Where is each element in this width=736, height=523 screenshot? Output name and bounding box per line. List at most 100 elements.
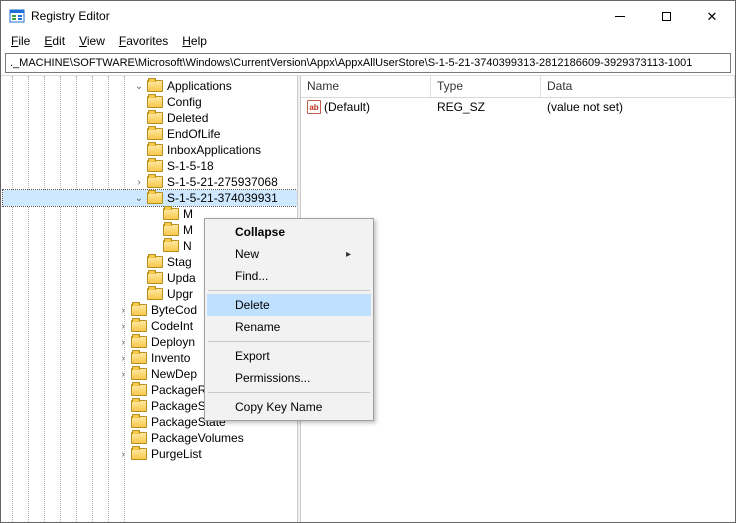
folder-icon: [147, 160, 163, 172]
tree-spacer: [131, 126, 147, 142]
ctx-collapse[interactable]: Collapse: [207, 221, 371, 243]
ctx-rename[interactable]: Rename: [207, 316, 371, 338]
minimize-button[interactable]: [597, 1, 643, 31]
tree-item-label: PackageVolumes: [151, 431, 250, 445]
maximize-button[interactable]: [643, 1, 689, 31]
maximize-icon: [662, 12, 671, 21]
tree-item[interactable]: Deleted: [3, 110, 297, 126]
ctx-new[interactable]: New: [207, 243, 371, 265]
tree-item[interactable]: S-1-5-18: [3, 158, 297, 174]
tree-item-label: Applications: [167, 79, 238, 93]
close-icon: ✕: [707, 10, 718, 23]
tree-spacer: [131, 270, 147, 286]
chevron-right-icon[interactable]: ›: [115, 366, 131, 382]
tree-spacer: [131, 110, 147, 126]
tree-spacer: [147, 206, 163, 222]
folder-icon: [147, 144, 163, 156]
tree-item-label: Config: [167, 95, 208, 109]
value-name: (Default): [324, 100, 370, 114]
menu-help[interactable]: Help: [176, 32, 213, 50]
tree-spacer: [115, 414, 131, 430]
ctx-permissions[interactable]: Permissions...: [207, 367, 371, 389]
menu-file[interactable]: File: [5, 32, 36, 50]
folder-icon: [131, 336, 147, 348]
tree-item[interactable]: ›S-1-5-21-275937068: [3, 174, 297, 190]
folder-icon: [163, 224, 179, 236]
tree-item[interactable]: Config: [3, 94, 297, 110]
tree-item-label: M: [183, 223, 199, 237]
tree-spacer: [131, 94, 147, 110]
value-type: REG_SZ: [431, 100, 541, 114]
folder-icon: [163, 240, 179, 252]
ctx-delete[interactable]: Delete: [207, 294, 371, 316]
tree-spacer: [131, 142, 147, 158]
folder-icon: [147, 256, 163, 268]
chevron-right-icon[interactable]: ›: [131, 174, 147, 190]
folder-icon: [131, 432, 147, 444]
window-frame: Registry Editor ✕ File Edit View Favorit…: [0, 0, 736, 523]
tree-spacer: [115, 398, 131, 414]
chevron-right-icon[interactable]: ›: [115, 318, 131, 334]
ctx-export[interactable]: Export: [207, 345, 371, 367]
ctx-separator: [208, 341, 370, 342]
value-row[interactable]: ab (Default) REG_SZ (value not set): [301, 98, 735, 116]
chevron-right-icon[interactable]: ›: [115, 350, 131, 366]
tree-spacer: [147, 222, 163, 238]
tree-item[interactable]: ⌄ Applications: [3, 78, 297, 94]
ctx-separator: [208, 392, 370, 393]
folder-icon: [131, 384, 147, 396]
tree-item[interactable]: PackageVolumes: [3, 430, 297, 446]
ctx-copy-key-name[interactable]: Copy Key Name: [207, 396, 371, 418]
tree-spacer: [131, 254, 147, 270]
menu-view[interactable]: View: [73, 32, 111, 50]
menu-favorites[interactable]: Favorites: [113, 32, 174, 50]
folder-icon: [147, 128, 163, 140]
tree-item-label: N: [183, 239, 198, 253]
column-data[interactable]: Data: [541, 76, 735, 97]
chevron-down-icon[interactable]: ⌄: [131, 190, 147, 206]
tree-item-label: M: [183, 207, 199, 221]
folder-icon: [131, 368, 147, 380]
chevron-right-icon[interactable]: ›: [115, 446, 131, 462]
chevron-right-icon[interactable]: ›: [115, 302, 131, 318]
folder-icon: [131, 416, 147, 428]
tree-spacer: [131, 158, 147, 174]
reg-sz-icon: ab: [307, 100, 321, 114]
folder-icon: [147, 96, 163, 108]
tree-item[interactable]: ›PurgeList: [3, 446, 297, 462]
tree-item-label: S-1-5-21-374039931: [167, 191, 284, 205]
folder-icon: [131, 304, 147, 316]
folder-icon: [131, 352, 147, 364]
regedit-icon: [9, 8, 25, 24]
column-type[interactable]: Type: [431, 76, 541, 97]
tree-item[interactable]: ⌄ S-1-5-21-374039931: [3, 190, 297, 206]
tree-spacer: [147, 238, 163, 254]
close-button[interactable]: ✕: [689, 1, 735, 31]
title-bar[interactable]: Registry Editor ✕: [1, 1, 735, 31]
menu-edit[interactable]: Edit: [38, 32, 71, 50]
folder-icon: [131, 400, 147, 412]
tree-spacer: [115, 430, 131, 446]
column-name[interactable]: Name: [301, 76, 431, 97]
tree-item-label: CodeInt: [151, 319, 199, 333]
tree-spacer: [131, 286, 147, 302]
ctx-find[interactable]: Find...: [207, 265, 371, 287]
address-bar[interactable]: ._MACHINE\SOFTWARE\Microsoft\Windows\Cur…: [5, 53, 731, 73]
tree-item-label: NewDep: [151, 367, 203, 381]
tree-item-label: InboxApplications: [167, 143, 267, 157]
tree-item-label: S-1-5-18: [167, 159, 220, 173]
tree-item-label: Upda: [167, 271, 202, 285]
minimize-icon: [615, 16, 625, 17]
tree-item-label: Invento: [151, 351, 196, 365]
tree-item-label: Stag: [167, 255, 198, 269]
window-title: Registry Editor: [31, 9, 597, 23]
tree-item-label: Deployn: [151, 335, 201, 349]
tree-item[interactable]: InboxApplications: [3, 142, 297, 158]
tree-spacer: [115, 382, 131, 398]
folder-icon: [147, 288, 163, 300]
chevron-down-icon[interactable]: ⌄: [131, 78, 147, 94]
folder-icon: [131, 320, 147, 332]
tree-item[interactable]: EndOfLife: [3, 126, 297, 142]
chevron-right-icon[interactable]: ›: [115, 334, 131, 350]
folder-icon: [147, 112, 163, 124]
